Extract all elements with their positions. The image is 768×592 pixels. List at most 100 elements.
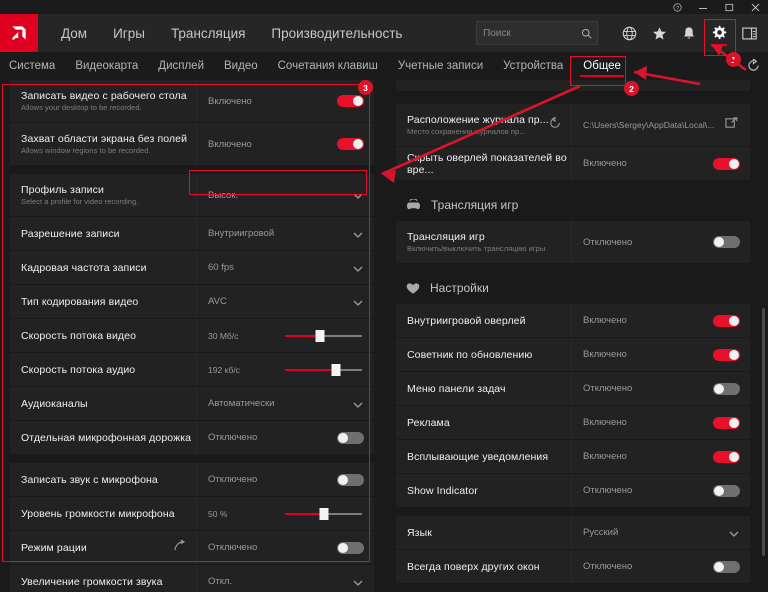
- amd-logo-icon[interactable]: [0, 14, 38, 52]
- row-record-mic-audio[interactable]: Записать звук с микрофона Отключено: [10, 463, 374, 497]
- row-popup-notifications[interactable]: Всплывающие уведомления Включено: [396, 440, 750, 474]
- top-nav-item-performance[interactable]: Производительность: [258, 14, 415, 52]
- row-value: Внутриигровой: [208, 228, 275, 239]
- row-text-color[interactable]: Цвет текста Белый: [396, 80, 750, 91]
- top-nav-item-home[interactable]: Дом: [48, 14, 100, 52]
- toggle-switch[interactable]: [713, 157, 740, 170]
- chevron-down-icon[interactable]: [353, 573, 363, 591]
- subnav-item-general[interactable]: Общее: [573, 52, 631, 80]
- subnav-item-system[interactable]: Система: [0, 52, 65, 80]
- toggle-switch[interactable]: [713, 236, 740, 248]
- row-value: Русский: [583, 527, 619, 538]
- audio-bitrate-slider[interactable]: [285, 363, 362, 376]
- subnav-item-hotkeys[interactable]: Сочетания клавиш: [268, 52, 388, 80]
- star-icon[interactable]: [644, 14, 674, 52]
- mic-volume-slider[interactable]: [285, 507, 362, 520]
- section-header-game-streaming: Трансляция игр: [384, 189, 768, 221]
- video-bitrate-slider[interactable]: [285, 329, 362, 342]
- row-log-location[interactable]: Расположение журнала пр... Место сохране…: [396, 104, 750, 147]
- subnav-item-video[interactable]: Видео: [214, 52, 268, 80]
- toggle-switch[interactable]: [337, 431, 364, 444]
- row-push-to-talk[interactable]: Режим рации Отключено: [10, 531, 374, 565]
- row-always-on-top[interactable]: Всегда поверх других окон Отключено: [396, 550, 750, 583]
- minimize-button[interactable]: [690, 0, 716, 14]
- chevron-down-icon[interactable]: [353, 395, 363, 413]
- toggle-switch[interactable]: [713, 314, 740, 327]
- section-title: Трансляция игр: [431, 198, 519, 212]
- row-title: Советник по обновлению: [407, 348, 533, 361]
- row-video-bitrate[interactable]: Скорость потока видео 30 Мб/с: [10, 319, 374, 353]
- row-taskbar-menu[interactable]: Меню панели задач Отключено: [396, 372, 750, 406]
- subnav-item-graphics[interactable]: Видеокарта: [65, 52, 148, 80]
- search-box[interactable]: [476, 21, 598, 45]
- shortcut-arrow-icon[interactable]: [173, 539, 186, 557]
- row-language[interactable]: Язык Русский: [396, 516, 750, 550]
- toggle-switch[interactable]: [713, 484, 740, 497]
- subnav-label: Устройства: [503, 60, 564, 72]
- toggle-switch[interactable]: [337, 95, 364, 107]
- row-audio-channels[interactable]: Аудиоканалы Автоматически: [10, 387, 374, 421]
- toggle-switch[interactable]: [713, 560, 740, 573]
- row-video-encoding-type[interactable]: Тип кодирования видео AVC: [10, 285, 374, 319]
- gear-icon[interactable]: [704, 14, 734, 52]
- row-control: Откл.: [196, 565, 374, 592]
- row-label: Трансляция игр Включить/выключить трансл…: [396, 221, 571, 263]
- chevron-down-icon[interactable]: [353, 186, 363, 204]
- row-label: Всплывающие уведомления: [396, 440, 571, 473]
- top-nav-item-games[interactable]: Игры: [100, 14, 158, 52]
- row-game-streaming[interactable]: Трансляция игр Включить/выключить трансл…: [396, 221, 750, 263]
- top-nav-label: Игры: [113, 25, 145, 41]
- row-advertising[interactable]: Реклама Включено: [396, 406, 750, 440]
- refresh-icon[interactable]: [747, 58, 760, 77]
- bell-icon[interactable]: [674, 14, 704, 52]
- subnav-item-devices[interactable]: Устройства: [493, 52, 573, 80]
- chevron-down-icon[interactable]: [353, 225, 363, 243]
- row-audio-boost[interactable]: Увеличение громкости звука Откл.: [10, 565, 374, 592]
- vertical-scrollbar[interactable]: [762, 308, 765, 556]
- row-audio-bitrate[interactable]: Скорость потока аудио 192 кб/с: [10, 353, 374, 387]
- subnav-item-accounts[interactable]: Учетные записи: [388, 52, 493, 80]
- search-input[interactable]: [477, 23, 585, 43]
- row-record-desktop[interactable]: Записать видео с рабочего стола Allows y…: [10, 80, 374, 123]
- help-button[interactable]: ?: [664, 0, 690, 14]
- toggle-switch[interactable]: [713, 416, 740, 429]
- toggle-switch[interactable]: [337, 541, 364, 554]
- toggle-switch[interactable]: [337, 473, 364, 486]
- toggle-switch[interactable]: [337, 138, 364, 150]
- chevron-down-icon[interactable]: [729, 80, 739, 84]
- chevron-down-icon[interactable]: [353, 293, 363, 311]
- chevron-down-icon[interactable]: [729, 524, 739, 542]
- row-label: Внутриигровой оверлей: [396, 304, 571, 337]
- row-record-framerate[interactable]: Кадровая частота записи 60 fps: [10, 251, 374, 285]
- row-hide-metrics-overlay[interactable]: Скрыть оверлей показателей во вре... Вкл…: [396, 147, 750, 180]
- maximize-button[interactable]: [716, 0, 742, 14]
- toggle-switch[interactable]: [713, 450, 740, 463]
- globe-icon[interactable]: [614, 14, 644, 52]
- folder-open-icon[interactable]: [725, 116, 738, 134]
- row-record-profile[interactable]: Профиль записи Select a profile for vide…: [10, 174, 374, 217]
- reset-icon[interactable]: [549, 116, 561, 134]
- close-button[interactable]: [742, 0, 768, 14]
- top-nav-item-streaming[interactable]: Трансляция: [158, 14, 258, 52]
- row-record-resolution[interactable]: Разрешение записи Внутриигровой: [10, 217, 374, 251]
- row-separate-mic-track[interactable]: Отдельная микрофонная дорожка Отключено: [10, 421, 374, 454]
- row-upgrade-advisor[interactable]: Советник по обновлению Включено: [396, 338, 750, 372]
- row-label: Советник по обновлению: [396, 338, 571, 371]
- row-borderless-capture[interactable]: Захват области экрана без полей Allows w…: [10, 123, 374, 165]
- toggle-switch[interactable]: [713, 382, 740, 395]
- subnav-item-display[interactable]: Дисплей: [148, 52, 214, 80]
- row-label: Захват области экрана без полей Allows w…: [10, 123, 196, 165]
- subnav-active-underline: [580, 74, 625, 77]
- row-value: Включено: [583, 158, 627, 169]
- sub-navigation-bar: Система Видеокарта Дисплей Видео Сочетан…: [0, 52, 768, 80]
- settings-group: Записать видео с рабочего стола Allows y…: [10, 80, 374, 165]
- panel-toggle-icon[interactable]: [734, 14, 764, 52]
- row-value: Включено: [208, 138, 252, 150]
- row-mic-volume[interactable]: Уровень громкости микрофона 50 %: [10, 497, 374, 531]
- row-ingame-overlay[interactable]: Внутриигровой оверлей Включено: [396, 304, 750, 338]
- chevron-down-icon[interactable]: [353, 259, 363, 277]
- toggle-switch[interactable]: [713, 348, 740, 361]
- row-title: Отдельная микрофонная дорожка: [21, 431, 192, 444]
- row-title: Цвет текста: [407, 80, 571, 81]
- row-show-indicator[interactable]: Show Indicator Отключено: [396, 474, 750, 507]
